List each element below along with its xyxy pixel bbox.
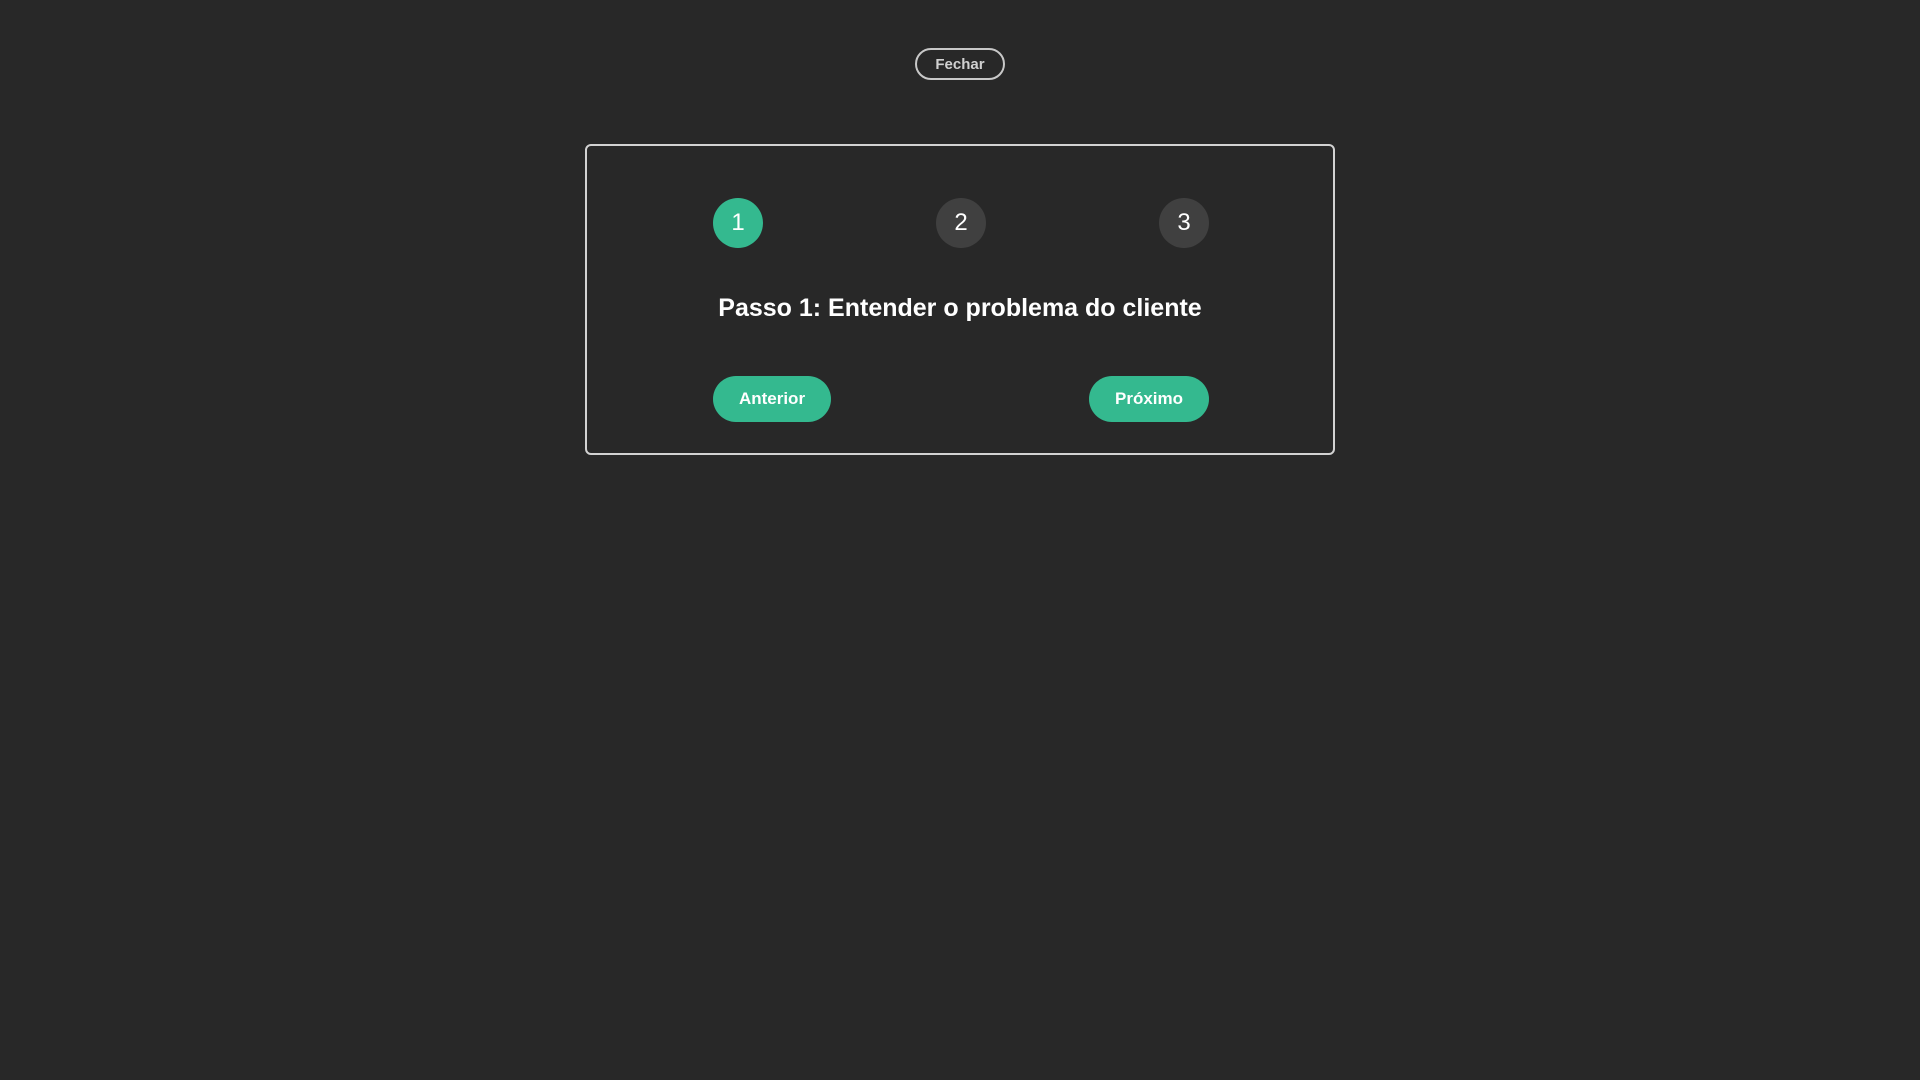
- step-indicator-3[interactable]: 3: [1159, 198, 1209, 248]
- previous-button[interactable]: Anterior: [713, 376, 831, 422]
- page: Fechar 1 2 3 Passo 1: Entender o problem…: [0, 0, 1920, 1080]
- wizard-card: 1 2 3 Passo 1: Entender o problema do cl…: [585, 144, 1335, 455]
- step-indicator-2[interactable]: 2: [936, 198, 986, 248]
- step-title: Passo 1: Entender o problema do cliente: [718, 294, 1202, 322]
- close-button[interactable]: Fechar: [915, 48, 1005, 80]
- next-button[interactable]: Próximo: [1089, 376, 1209, 422]
- step-indicator-1[interactable]: 1: [713, 198, 763, 248]
